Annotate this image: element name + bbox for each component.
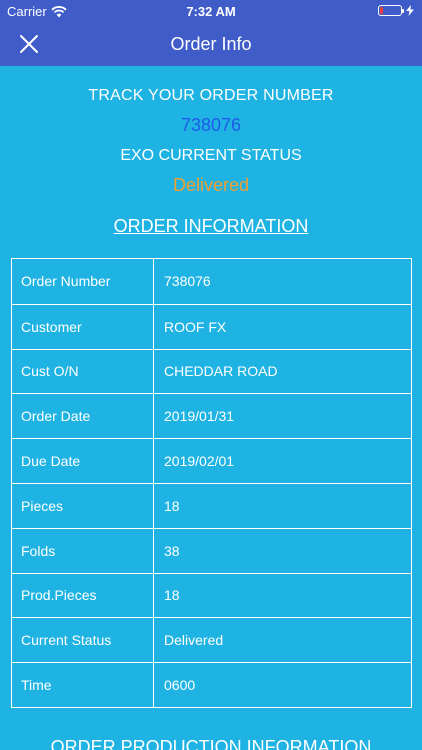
row-label: Prod.Pieces [12,573,154,618]
row-value: 2019/01/31 [164,408,235,425]
row-label: Due Date [12,439,154,483]
row-value: 38 [164,542,180,559]
row-label: Order Number [12,259,154,304]
charging-icon [406,5,414,16]
row-value: 2019/02/01 [164,453,235,470]
order-information-title: ORDER INFORMATION [113,216,309,236]
table-row: Cust O/N CHEDDAR ROAD [12,348,411,394]
table-row: Folds 38 [12,527,411,573]
row-value: 0600 [164,677,196,694]
row-label: Time [12,663,154,707]
nav-bar: Order Info [0,22,422,66]
row-value: 18 [164,587,180,604]
status-time: 7:32 AM [186,4,236,19]
current-status-label: EXO CURRENT STATUS [120,147,302,164]
row-value: 738076 [164,273,211,290]
table-row: Order Date 2019/01/31 [12,393,411,439]
table-row: Prod.Pieces 18 [12,572,411,618]
battery-level [380,7,383,14]
table-row: Due Date 2019/02/01 [12,438,411,483]
table-row: Pieces 18 [12,482,411,528]
table-row: Customer ROOF FX [12,303,411,349]
table-row: Order Number 738076 [12,259,411,304]
row-value: 18 [164,497,180,514]
table-row: Time 0600 [12,662,411,707]
row-label: Pieces [12,483,154,528]
row-label: Order Date [12,394,154,439]
battery-icon [378,5,404,16]
page-title: Order Info [170,34,252,54]
row-label: Folds [12,528,154,573]
row-value: ROOF FX [164,318,227,335]
row-value: CHEDDAR ROAD [164,363,278,380]
row-label: Customer [12,304,154,349]
track-order-label: TRACK YOUR ORDER NUMBER [88,87,334,104]
row-label: Current Status [12,618,154,663]
production-information-title: ORDER PRODUCTION INFORMATION [50,737,372,750]
row-label: Cust O/N [12,349,154,394]
tracking-order-number: 738076 [180,115,242,135]
status-bar: Carrier 7:32 AM [0,0,422,22]
order-info-table: Order Number 738076 Customer ROOF FX Cus… [11,258,412,708]
battery-indicator [378,5,414,16]
table-row: Current Status Delivered [12,617,411,663]
row-value: Delivered [164,632,224,649]
current-status-value: Delivered [172,175,250,195]
